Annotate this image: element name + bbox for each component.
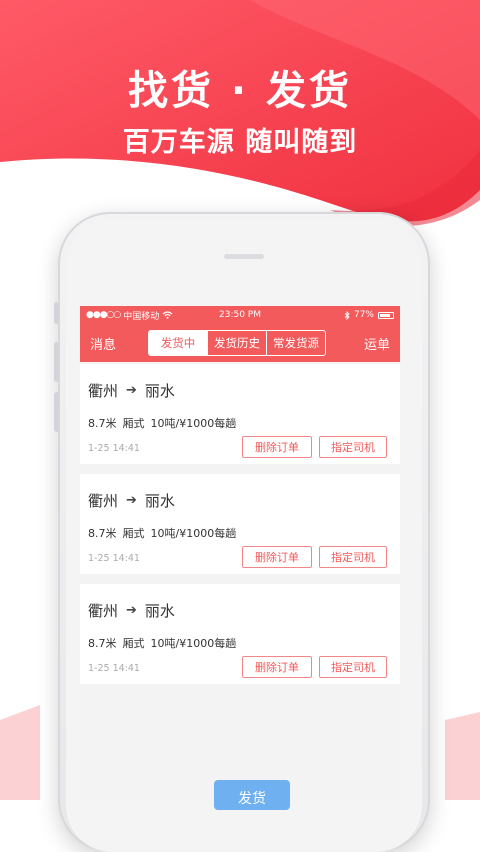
phone-volume-up <box>54 342 59 382</box>
destination-city: 丽水 <box>144 602 175 620</box>
phone-mute-switch <box>54 302 59 324</box>
promo-subheadline: 百万车源 随叫随到 <box>122 127 358 158</box>
promo-headline: 找货 · 发货 <box>127 68 353 114</box>
order-card[interactable]: 衢州 ➔ 丽水 8.7米 厢式 10吨/¥1000每趟 1-25 14:41 删… <box>80 364 400 464</box>
truck-length: 8.7米 <box>88 527 117 540</box>
arrow-right-icon: ➔ <box>126 603 137 618</box>
publish-shipment-button[interactable]: 发货 <box>214 780 290 810</box>
origin-city: 衢州 <box>88 602 119 620</box>
origin-city: 衢州 <box>88 492 119 510</box>
load-price: 10吨/¥1000每趟 <box>150 527 237 540</box>
order-spec: 8.7米 厢式 10吨/¥1000每趟 <box>88 635 236 651</box>
truck-type: 厢式 <box>122 527 145 540</box>
battery-icon <box>378 311 394 319</box>
delete-order-button[interactable]: 删除订单 <box>242 656 312 678</box>
waybill-button[interactable]: 运单 <box>364 334 390 353</box>
order-date: 1-25 14:41 <box>88 443 140 454</box>
order-route: 衢州 ➔ 丽水 <box>88 600 175 621</box>
order-spec: 8.7米 厢式 10吨/¥1000每趟 <box>88 525 236 541</box>
phone-earpiece <box>224 254 264 259</box>
order-route: 衢州 ➔ 丽水 <box>88 490 175 511</box>
truck-length: 8.7米 <box>88 417 117 430</box>
destination-city: 丽水 <box>144 492 175 510</box>
tab-frequent-sources[interactable]: 常发货源 <box>266 331 325 355</box>
order-date: 1-25 14:41 <box>88 663 140 674</box>
truck-length: 8.7米 <box>88 637 117 650</box>
delete-order-button[interactable]: 删除订单 <box>242 546 312 568</box>
status-bar: ●●●○○ 中国移动 23:50 PM 77% <box>80 306 400 324</box>
order-date: 1-25 14:41 <box>88 553 140 564</box>
tab-shipping-history[interactable]: 发货历史 <box>207 331 266 355</box>
truck-type: 厢式 <box>122 417 145 430</box>
destination-city: 丽水 <box>144 382 175 400</box>
order-card[interactable]: 衢州 ➔ 丽水 8.7米 厢式 10吨/¥1000每趟 1-25 14:41 删… <box>80 584 400 684</box>
load-price: 10吨/¥1000每趟 <box>150 637 237 650</box>
messages-button[interactable]: 消息 <box>90 334 116 353</box>
delete-order-button[interactable]: 删除订单 <box>242 436 312 458</box>
order-route: 衢州 ➔ 丽水 <box>88 380 175 401</box>
status-time: 23:50 PM <box>219 310 261 320</box>
order-spec: 8.7米 厢式 10吨/¥1000每趟 <box>88 415 236 431</box>
assign-driver-button[interactable]: 指定司机 <box>319 436 387 458</box>
load-price: 10吨/¥1000每趟 <box>150 417 237 430</box>
tab-segment: 发货中 发货历史 常发货源 <box>148 330 326 356</box>
assign-driver-button[interactable]: 指定司机 <box>319 546 387 568</box>
origin-city: 衢州 <box>88 382 119 400</box>
assign-driver-button[interactable]: 指定司机 <box>319 656 387 678</box>
tab-shipping[interactable]: 发货中 <box>149 331 207 355</box>
nav-bar: 消息 发货中 发货历史 常发货源 运单 <box>80 324 400 362</box>
arrow-right-icon: ➔ <box>126 383 137 398</box>
app-screen: ●●●○○ 中国移动 23:50 PM 77% 消息 发货中 发货历史 常发货源… <box>80 306 400 800</box>
arrow-right-icon: ➔ <box>126 493 137 508</box>
order-card[interactable]: 衢州 ➔ 丽水 8.7米 厢式 10吨/¥1000每趟 1-25 14:41 删… <box>80 474 400 574</box>
phone-volume-down <box>54 392 59 432</box>
truck-type: 厢式 <box>122 637 145 650</box>
